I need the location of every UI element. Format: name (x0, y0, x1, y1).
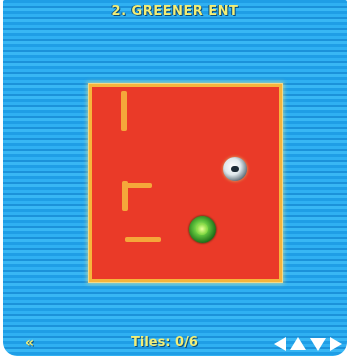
game-board[interactable] (92, 87, 279, 279)
green-orb-icon[interactable] (189, 216, 216, 243)
game-screen: 2. GREENER ENT « Tiles: 0/6 (3, 0, 347, 356)
wall-segment (126, 183, 152, 188)
arrow-left-icon[interactable] (274, 337, 286, 351)
wall-segment (121, 91, 127, 131)
arrow-up-icon[interactable] (290, 337, 306, 350)
wall-segment (125, 237, 161, 242)
direction-controls (274, 336, 346, 352)
back-icon[interactable]: « (25, 335, 34, 351)
level-title: 2. GREENER ENT (111, 4, 239, 19)
bottom-bar: « Tiles: 0/6 (3, 333, 347, 355)
tiles-counter: Tiles: 0/6 (131, 335, 198, 350)
arrow-down-icon[interactable] (310, 338, 326, 351)
arrow-right-icon[interactable] (330, 337, 342, 351)
white-orb-icon[interactable] (223, 157, 247, 181)
